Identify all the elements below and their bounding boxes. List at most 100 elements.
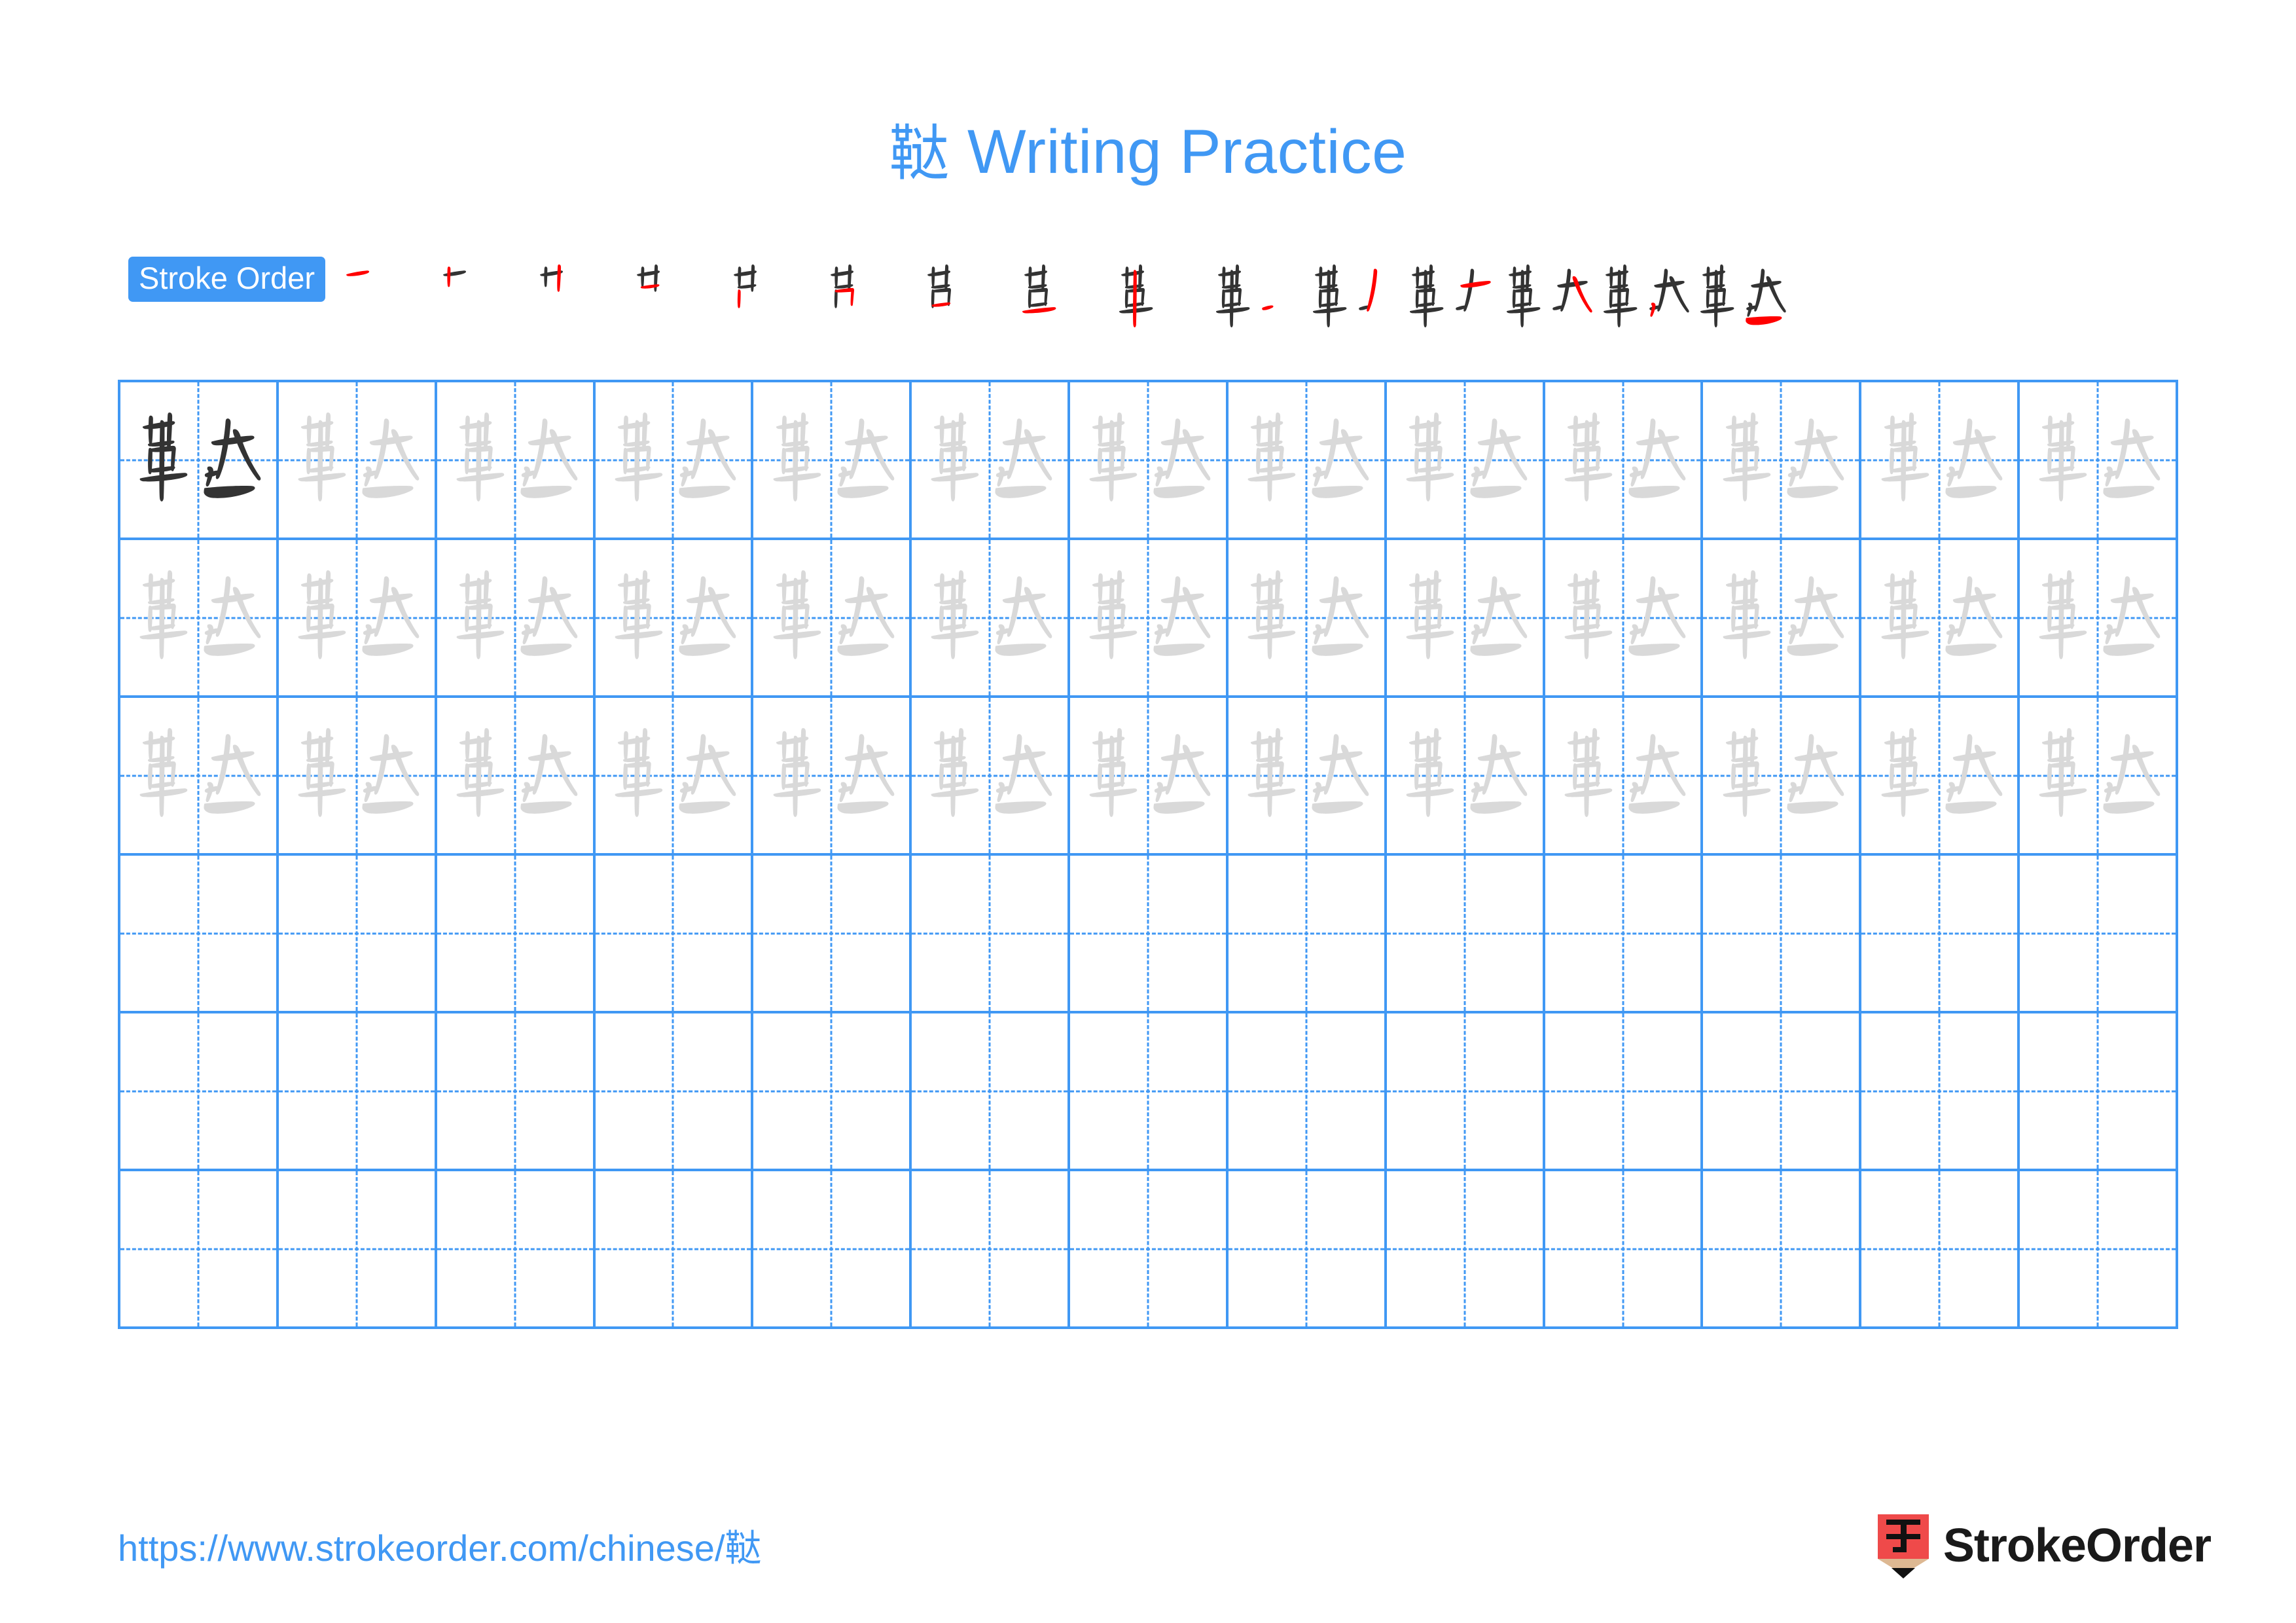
practice-grid-cell[interactable]	[1386, 540, 1545, 698]
practice-grid-cell[interactable]	[595, 856, 754, 1013]
practice-grid-cell[interactable]	[595, 540, 754, 698]
practice-grid-cell[interactable]	[595, 1013, 754, 1171]
guide-line-horizontal	[120, 1090, 276, 1092]
practice-grid-cell[interactable]	[278, 382, 437, 540]
practice-grid-cell[interactable]	[912, 856, 1071, 1013]
practice-character	[2020, 382, 2176, 538]
practice-grid-cell[interactable]	[2020, 540, 2178, 698]
guide-line-horizontal	[1386, 932, 1543, 934]
practice-character	[753, 540, 909, 695]
practice-grid-cell[interactable]	[1386, 856, 1545, 1013]
practice-grid-cell[interactable]	[753, 698, 912, 856]
practice-grid-cell[interactable]	[1228, 382, 1387, 540]
stroke-step-5	[725, 255, 821, 340]
practice-grid-cell[interactable]	[1861, 540, 2020, 698]
guide-line-horizontal	[1703, 1248, 1859, 1250]
footer-url[interactable]: https://www.strokeorder.com/chinese/鞑	[118, 1519, 762, 1572]
practice-grid-cell[interactable]	[2020, 698, 2178, 856]
practice-grid-cell[interactable]	[595, 698, 754, 856]
practice-grid-cell[interactable]	[1545, 856, 1704, 1013]
practice-grid-cell[interactable]	[2020, 1013, 2178, 1171]
guide-line-horizontal	[595, 1090, 751, 1092]
practice-grid-cell[interactable]	[1228, 1171, 1387, 1329]
practice-grid-cell[interactable]	[1861, 698, 2020, 856]
footer-logo[interactable]: StrokeOrder	[1877, 1512, 2212, 1584]
practice-character	[2020, 540, 2176, 695]
practice-grid-cell[interactable]	[1386, 382, 1545, 540]
stroke-step-2	[434, 255, 531, 340]
practice-grid-cell[interactable]	[1861, 1171, 2020, 1329]
practice-grid-cell[interactable]	[595, 1171, 754, 1329]
practice-grid-cell[interactable]	[120, 1171, 279, 1329]
practice-grid-cell[interactable]	[912, 698, 1071, 856]
practice-grid-cell[interactable]	[278, 698, 437, 856]
practice-grid-cell[interactable]	[437, 856, 596, 1013]
practice-grid-cell[interactable]	[1228, 1013, 1387, 1171]
practice-grid-cell[interactable]	[120, 856, 279, 1013]
practice-grid-cell[interactable]	[2020, 856, 2178, 1013]
stroke-step-12	[1403, 255, 1499, 340]
practice-grid-cell[interactable]	[120, 540, 279, 698]
practice-grid-cell[interactable]	[1861, 382, 2020, 540]
practice-grid-cell[interactable]	[753, 540, 912, 698]
practice-grid-cell[interactable]	[1703, 382, 1862, 540]
practice-grid-cell[interactable]	[1545, 698, 1704, 856]
practice-grid-cell[interactable]	[1545, 382, 1704, 540]
guide-line-horizontal	[120, 1248, 276, 1250]
practice-grid-cell[interactable]	[1703, 540, 1862, 698]
practice-grid-cell[interactable]	[912, 540, 1071, 698]
practice-grid-cell[interactable]	[120, 1013, 279, 1171]
practice-grid-cell[interactable]	[753, 1171, 912, 1329]
practice-grid-cell[interactable]	[753, 382, 912, 540]
practice-grid-cell[interactable]	[1070, 698, 1229, 856]
practice-grid-cell[interactable]	[1545, 1171, 1704, 1329]
practice-grid-cell[interactable]	[1228, 698, 1387, 856]
practice-grid-cell[interactable]	[120, 698, 279, 856]
guide-line-horizontal	[753, 1248, 910, 1250]
practice-grid-cell[interactable]	[1703, 1013, 1862, 1171]
practice-grid-cell[interactable]	[2020, 382, 2178, 540]
practice-grid-cell[interactable]	[1386, 698, 1545, 856]
practice-grid-cell[interactable]	[1861, 1013, 2020, 1171]
practice-grid-cell[interactable]	[1228, 540, 1387, 698]
practice-grid-cell[interactable]	[2020, 1171, 2178, 1329]
practice-grid-cell[interactable]	[437, 698, 596, 856]
practice-grid-cell[interactable]	[437, 382, 596, 540]
practice-grid-cell[interactable]	[1861, 856, 2020, 1013]
footer-url-text: https://www.strokeorder.com/chinese/鞑	[118, 1527, 762, 1569]
practice-grid	[118, 380, 2178, 1329]
practice-grid-cell[interactable]	[912, 1013, 1071, 1171]
practice-grid-cell[interactable]	[595, 382, 754, 540]
practice-grid-cell[interactable]	[1703, 1171, 1862, 1329]
practice-grid-cell[interactable]	[1386, 1171, 1545, 1329]
practice-grid-cell[interactable]	[753, 1013, 912, 1171]
practice-grid-cell[interactable]	[753, 856, 912, 1013]
practice-grid-cell[interactable]	[437, 1171, 596, 1329]
practice-grid-cell[interactable]	[1070, 1013, 1229, 1171]
practice-grid-cell[interactable]	[278, 1171, 437, 1329]
practice-grid-cell[interactable]	[278, 540, 437, 698]
stroke-step-10	[1209, 255, 1306, 340]
practice-character	[912, 698, 1067, 853]
practice-grid-cell[interactable]	[1703, 698, 1862, 856]
guide-line-horizontal	[2020, 932, 2176, 934]
practice-grid-cell[interactable]	[437, 1013, 596, 1171]
practice-grid-cell[interactable]	[437, 540, 596, 698]
practice-grid-cell[interactable]	[1070, 856, 1229, 1013]
practice-grid-cell[interactable]	[278, 1013, 437, 1171]
practice-grid-cell[interactable]	[278, 856, 437, 1013]
practice-grid-cell[interactable]	[1070, 382, 1229, 540]
practice-grid-cell[interactable]	[912, 1171, 1071, 1329]
practice-character	[596, 540, 751, 695]
practice-grid-cell[interactable]	[1228, 856, 1387, 1013]
practice-grid-cell[interactable]	[912, 382, 1071, 540]
practice-grid-cell[interactable]	[1070, 540, 1229, 698]
practice-grid-cell[interactable]	[1703, 856, 1862, 1013]
practice-grid-cell[interactable]	[1386, 1013, 1545, 1171]
practice-character	[1229, 382, 1384, 538]
practice-grid-cell[interactable]	[1545, 1013, 1704, 1171]
practice-grid-cell[interactable]	[1545, 540, 1704, 698]
practice-grid-cell[interactable]	[120, 382, 279, 540]
stroke-step-11	[1306, 255, 1403, 340]
practice-grid-cell[interactable]	[1070, 1171, 1229, 1329]
